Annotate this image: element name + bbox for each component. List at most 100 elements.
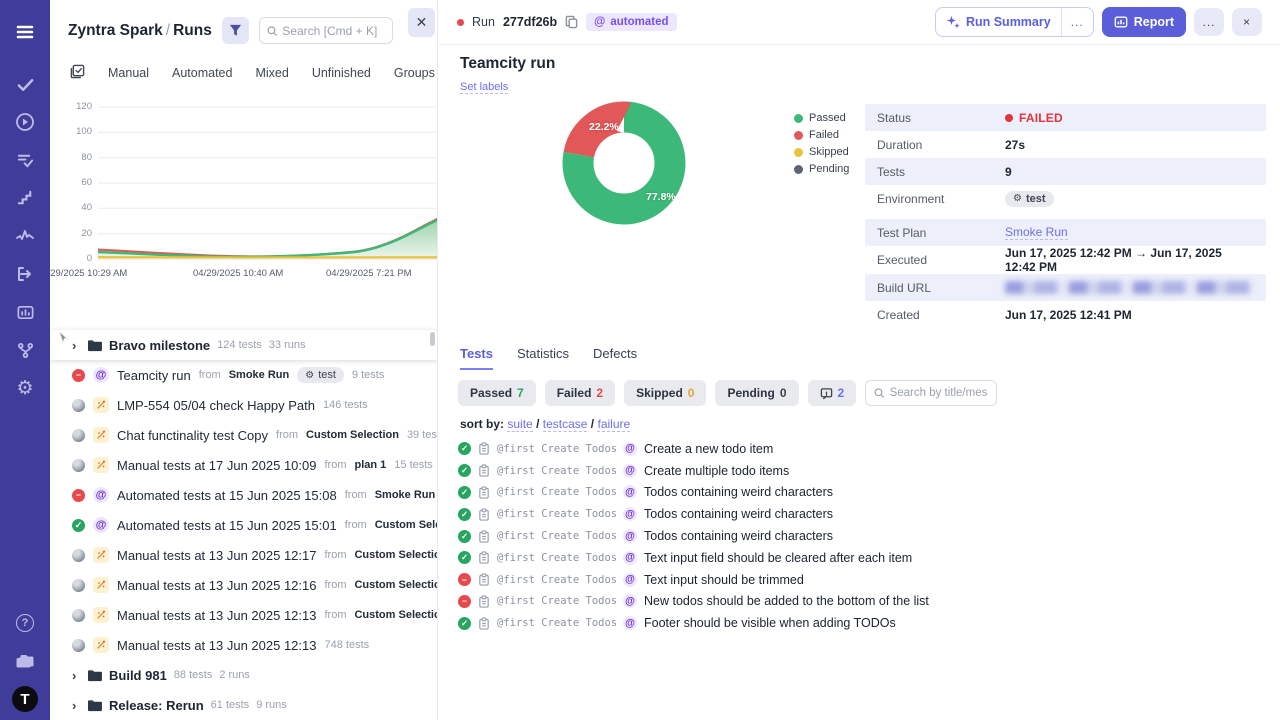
chip-skipped[interactable]: Skipped 0 [624, 380, 707, 406]
run-folder-bravo-milestone[interactable]: › Bravo milestone 124 tests 33 runs [50, 330, 437, 360]
run-summary-more-button[interactable]: ... [1060, 8, 1093, 36]
project-name[interactable]: Zyntra Spark [68, 22, 163, 39]
area-chart-canvas [97, 106, 437, 260]
runs-search-input[interactable] [282, 23, 385, 38]
import-icon[interactable] [0, 255, 50, 293]
filter-button[interactable] [221, 17, 249, 44]
clipboard-icon [479, 595, 489, 608]
projects-folder-icon[interactable] [0, 642, 50, 680]
test-suite: @first Create Todos... [497, 486, 616, 499]
chevron-right-icon[interactable]: › [72, 338, 80, 353]
field-test-plan: Test Plan Smoke Run [865, 219, 1266, 246]
run-folder-build-981[interactable]: › Build 981 88 tests 2 runs [50, 660, 437, 690]
field-duration: Duration 27s [877, 137, 1026, 152]
field-tests: Tests 9 [865, 158, 1266, 185]
app-logo[interactable]: T [12, 686, 38, 712]
passed-status-icon: ✓ [458, 485, 471, 499]
sort-by-failure[interactable]: failure [597, 417, 631, 432]
tab-defects[interactable]: Defects [593, 346, 637, 370]
runs-play-icon[interactable] [0, 103, 50, 141]
set-labels-link[interactable]: Set labels [460, 81, 509, 94]
automated-badge: @ automated [586, 13, 677, 31]
run-list-item[interactable]: LMP-554 05/04 check Happy Path 146 tests [50, 390, 437, 420]
more-actions-button[interactable]: ... [1194, 8, 1224, 36]
milestones-steps-icon[interactable] [0, 179, 50, 217]
tab-mixed[interactable]: Mixed [255, 66, 288, 80]
test-row[interactable]: − @first Create Todos... @ New todos sho… [458, 591, 1258, 613]
chevron-right-icon[interactable]: › [72, 668, 80, 683]
test-plan-link[interactable]: Smoke Run [1005, 225, 1068, 240]
select-all-icon[interactable] [70, 64, 85, 82]
run-list-item[interactable]: Chat functinality test Copy from Custom … [50, 420, 437, 450]
passed-percent-label: 77.8% [646, 191, 676, 203]
run-list-item[interactable]: Manual tests at 13 Jun 2025 12:13 from C… [50, 600, 437, 630]
run-name: Teamcity run [117, 367, 191, 383]
sort-by-suite[interactable]: suite [507, 417, 533, 432]
test-row[interactable]: ✓ @first Create Todos... @ Todos contain… [458, 482, 1258, 504]
run-list-item[interactable]: Manual tests at 13 Jun 2025 12:16 from C… [50, 570, 437, 600]
tab-automated[interactable]: Automated [172, 66, 232, 80]
tab-groups[interactable]: Groups [394, 66, 435, 80]
test-row[interactable]: ✓ @first Create Todos... @ Create a new … [458, 438, 1258, 460]
scrollbar-thumb[interactable] [430, 332, 435, 346]
run-detail-panel: Run 277df26b @ automated Run Summary ...… [439, 0, 1280, 720]
run-list-item[interactable]: ✓ @ Automated tests at 15 Jun 2025 15:01… [50, 510, 437, 540]
test-suite: @first Create Todos... [497, 551, 616, 564]
chip-passed[interactable]: Passed 7 [458, 380, 536, 406]
chevron-right-icon[interactable]: › [72, 698, 80, 713]
sort-by-testcase[interactable]: testcase [542, 417, 588, 432]
runs-filter-tabs: Manual Automated Mixed Unfinished Groups [70, 64, 437, 82]
pending-status-icon [72, 638, 85, 652]
y-tick: 0 [86, 253, 92, 264]
field-build-url: Build URL [865, 274, 1266, 301]
tests-search-input[interactable] [889, 387, 989, 399]
tab-statistics[interactable]: Statistics [517, 346, 569, 370]
chip-pending[interactable]: Pending 0 [715, 380, 799, 406]
test-row[interactable]: − @first Create Todos... @ Text input sh… [458, 569, 1258, 591]
test-row[interactable]: ✓ @first Create Todos... @ Footer should… [458, 612, 1258, 634]
folder-name: Release: Rerun [109, 697, 204, 713]
runs-search[interactable] [258, 17, 393, 44]
test-row[interactable]: ✓ @first Create Todos... @ Create multip… [458, 460, 1258, 482]
branches-icon[interactable] [0, 331, 50, 369]
chip-comments[interactable]: 2 [807, 380, 857, 406]
reports-chart-icon[interactable] [0, 293, 50, 331]
clipboard-icon [479, 573, 489, 586]
run-list-item[interactable]: Manual tests at 13 Jun 2025 12:13 748 te… [50, 630, 437, 660]
chip-failed[interactable]: Failed 2 [544, 380, 616, 406]
pending-status-icon [72, 428, 85, 442]
analytics-pulse-icon[interactable] [0, 217, 50, 255]
pending-status-icon [72, 608, 85, 622]
close-run-button[interactable]: × [1232, 8, 1262, 36]
test-plans-list-icon[interactable] [0, 141, 50, 179]
report-chart-icon [1114, 16, 1128, 28]
run-list-item[interactable]: Manual tests at 17 Jun 2025 10:09 from p… [50, 450, 437, 480]
test-row[interactable]: ✓ @first Create Todos... @ Todos contain… [458, 525, 1258, 547]
settings-gear-icon[interactable]: ⚙ [0, 369, 50, 407]
help-icon[interactable]: ? [0, 604, 50, 642]
tab-tests[interactable]: Tests [460, 346, 493, 370]
run-folder-release-rerun[interactable]: › Release: Rerun 61 tests 9 runs [50, 690, 437, 720]
run-name: LMP-554 05/04 check Happy Path [117, 397, 316, 413]
folder-name: Bravo milestone [109, 337, 211, 353]
tab-manual[interactable]: Manual [108, 66, 149, 80]
build-url-redacted [1005, 281, 1254, 294]
legend-failed: Failed [794, 129, 849, 141]
panel-close-button[interactable]: ✕ [408, 8, 435, 37]
passed-status-icon: ✓ [458, 464, 471, 478]
hamburger-menu-icon[interactable] [0, 13, 50, 51]
run-summary-button[interactable]: Run Summary ... [934, 7, 1094, 37]
manual-run-icon [93, 397, 109, 413]
copy-icon[interactable] [565, 15, 578, 29]
run-tests-count: 39 tests [406, 429, 437, 441]
run-list-item[interactable]: − @ Automated tests at 15 Jun 2025 15:08… [50, 480, 437, 510]
test-row[interactable]: ✓ @first Create Todos... @ Todos contain… [458, 503, 1258, 525]
run-list-item[interactable]: Manual tests at 13 Jun 2025 12:17 from C… [50, 540, 437, 570]
run-list-item[interactable]: − @ Teamcity run from Smoke Run ⚙ test 9 … [50, 360, 437, 390]
test-row[interactable]: ✓ @first Create Todos... @ Text input fi… [458, 547, 1258, 569]
report-button[interactable]: Report [1101, 7, 1186, 37]
tests-check-icon[interactable] [0, 65, 50, 103]
tests-search[interactable] [865, 380, 998, 406]
env-badge: ⚙ test [1005, 190, 1054, 207]
tab-unfinished[interactable]: Unfinished [312, 66, 371, 80]
